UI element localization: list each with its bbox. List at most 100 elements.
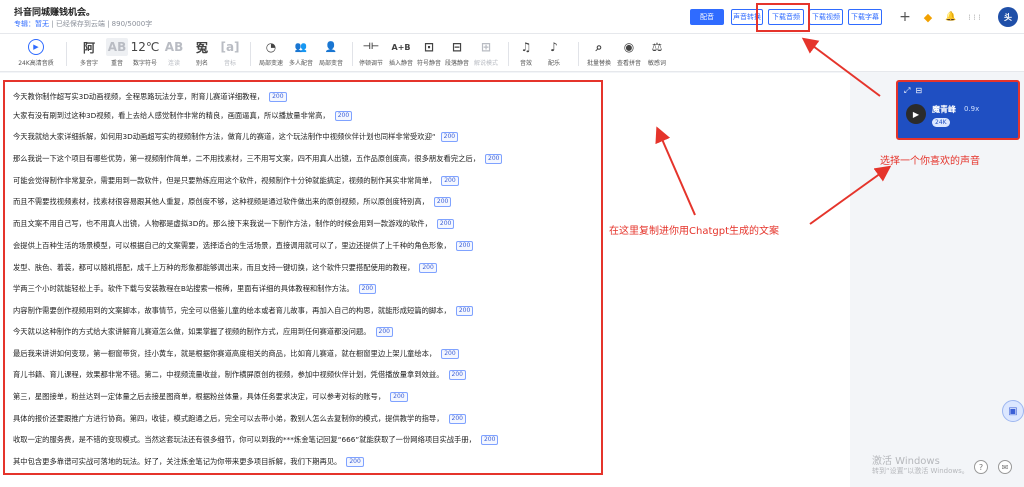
pause-badge[interactable]: 200 <box>358 284 377 294</box>
local-voice-change-tool[interactable]: 👤 局部变音 <box>316 38 346 70</box>
text-paragraph[interactable]: 而且不需要找视频素材，找素材很容易跟其他人重复，原创度不够，这种视频是通过软件做… <box>13 196 452 208</box>
download-subtitle-button[interactable]: 下载字幕 <box>848 9 882 25</box>
feedback-icon[interactable]: ✉ <box>998 460 1012 474</box>
paragraph-text: 最后我来讲讲如何变现，第一橱窗带货，挂小黄车，就是根据你赛道高度相关的商品，比如… <box>13 349 437 358</box>
download-audio-button[interactable]: 下载音频 <box>768 9 804 25</box>
text-paragraph[interactable]: 学两三个小时就能轻松上手。软件下载与安装教程在B站搜索一根稀，里面有详细的具体教… <box>13 283 377 295</box>
text-paragraph[interactable]: 大家有没有刷到过这种3D视频，看上去给人感觉制作非常的精良，画面逼真，所以播放量… <box>13 110 353 122</box>
paragraph-text: 会提供上百种生活的场景模型，可以根据自己的文案需要，选择适合的生活场景，直接调用… <box>13 241 451 250</box>
narration-mode-tool[interactable]: ⊞ 解说模式 <box>470 38 502 70</box>
hd-quality-tool[interactable]: ▶ 24K高清音质 <box>14 38 58 70</box>
user-avatar[interactable]: 头 <box>998 7 1018 27</box>
pause-badge[interactable]: 200 <box>480 435 499 445</box>
voice-avatar[interactable]: ▶ <box>906 104 926 124</box>
save-status: 已经保存到云端 <box>55 20 105 28</box>
pause-badge[interactable]: 200 <box>334 111 353 121</box>
symbol-silence-tool[interactable]: ⊡ 符号静音 <box>414 38 444 70</box>
insert-silence-tool[interactable]: A+B 插入静音 <box>386 38 416 70</box>
top-header: 抖音同城赚钱机会。 专辑：暂无 | 已经保存到云端 | 890/5000字 配音… <box>0 0 1024 34</box>
expand-icon[interactable]: ⤢ <box>904 86 910 96</box>
minimize-icon[interactable]: ⊟ <box>915 86 922 96</box>
pause-adjust-icon: ⊣⊢ <box>362 42 380 52</box>
dubbing-button[interactable]: 配音 <box>690 9 724 25</box>
album-label[interactable]: 专辑：暂无 <box>14 20 49 28</box>
polyphone-tool[interactable]: 阿 多音字 <box>74 38 104 70</box>
text-paragraph[interactable]: 今天我就给大家详细拆解，如何用3D动画超写实的视频制作方法，做育儿的赛道，这个玩… <box>13 131 459 143</box>
pause-badge[interactable]: 200 <box>448 370 466 380</box>
download-video-button[interactable]: 下载视频 <box>809 9 843 25</box>
chat-assistant-icon[interactable]: ▣ <box>1002 400 1024 422</box>
paragraph-text: 今天就以这种制作的方式给大家讲解育儿赛道怎么做，如果掌握了视频的制作方式，应用到… <box>13 327 371 336</box>
paragraph-text: 收取一定的服务费，是不错的变现模式。当然这套玩法还有很多细节，你可以到我的***… <box>13 435 476 444</box>
text-paragraph[interactable]: 而且文案不用自己写，也不用真人出镜，人物都是虚拟3D的。那么接下来我说一下制作方… <box>13 218 455 230</box>
bell-icon[interactable]: 🔔 <box>943 9 959 25</box>
paragraph-silence-tool[interactable]: ⊟ 段落静音 <box>442 38 472 70</box>
pause-badge[interactable]: 200 <box>441 176 459 186</box>
help-icon[interactable]: ? <box>974 460 988 474</box>
phonetic-tool[interactable]: [a] 音标 <box>218 38 242 70</box>
eye-icon: ◉ <box>623 40 635 54</box>
paragraph-text: 可能会觉得制作非常复杂，需要用到一款软件，但是只要熟练应用这个软件，视频制作十分… <box>13 176 437 185</box>
pause-badge[interactable]: 200 <box>269 92 287 102</box>
pause-badge[interactable]: 200 <box>455 306 474 316</box>
paragraph-text: 学两三个小时就能轻松上手。软件下载与安装教程在B站搜索一根稀，里面有详细的具体教… <box>13 284 354 293</box>
apps-grid-icon[interactable]: ⋮⋮⋮ <box>966 9 983 25</box>
view-pinyin-tool[interactable]: ◉ 查看拼音 <box>614 38 644 70</box>
text-paragraph[interactable]: 今天教你制作超写实3D动画视频，全程思路玩法分享，附育儿赛道详细教程， 200 <box>13 91 287 103</box>
text-paragraph[interactable]: 具体的报价还要跟推广方进行协商。第四，收徒，模式跑通之后，完全可以去带小弟，教别… <box>13 413 466 425</box>
narration-mode-icon: ⊞ <box>480 40 492 54</box>
vip-diamond-icon[interactable]: ◆ <box>920 9 936 25</box>
pause-badge[interactable]: 200 <box>433 197 452 207</box>
pause-badge[interactable]: 200 <box>436 219 455 229</box>
pause-badge[interactable]: 200 <box>448 414 466 424</box>
number-symbol-tool[interactable]: 12℃ 数字符号 <box>130 38 160 70</box>
toolbar-divider <box>66 42 67 66</box>
voice-selector-card[interactable]: ⤢ ⊟ ▶ 魔青峰 0.9x 24K <box>896 80 1020 140</box>
alias-tool[interactable]: 冤 别名 <box>190 38 214 70</box>
liaison-icon: AB <box>164 40 184 54</box>
text-paragraph[interactable]: 最后我来讲讲如何变现，第一橱窗带货，挂小黄车，就是根据你赛道高度相关的商品，比如… <box>13 348 459 360</box>
toolbar-divider <box>352 42 353 66</box>
local-speed-tool[interactable]: ◔ 局部变速 <box>256 38 286 70</box>
pause-badge[interactable]: 200 <box>455 241 474 251</box>
voice-transfer-button[interactable]: 声音转换 <box>731 9 763 25</box>
sound-effect-tool[interactable]: ♫ 音效 <box>514 38 538 70</box>
pause-badge[interactable]: 200 <box>485 154 503 164</box>
sensitive-word-tool[interactable]: ⚖ 敏感词 <box>644 38 670 70</box>
text-paragraph[interactable]: 第三，星图接单，粉丝达到一定体量之后去接星图商单，根据粉丝体量，具体任务要求决定… <box>13 391 408 403</box>
document-title[interactable]: 抖音同城赚钱机会。 <box>14 5 95 18</box>
alias-icon: 冤 <box>195 40 208 55</box>
person-icon: 👤 <box>324 41 338 53</box>
editing-toolbar: ▶ 24K高清音质 阿 多音字 AB 重音 12℃ 数字符号 AB 连读 冤 别… <box>0 34 1024 72</box>
paragraph-text: 其中包含更多靠谱可实战可落地的玩法。好了，关注炼金笔记为你带来更多项目拆解，我们… <box>13 457 342 466</box>
text-paragraph[interactable]: 可能会觉得制作非常复杂，需要用到一款软件，但是只要熟练应用这个软件，视频制作十分… <box>13 175 459 187</box>
paragraph-text: 今天我就给大家详细拆解，如何用3D动画超写实的视频制作方法，做育儿的赛道，这个玩… <box>13 132 436 141</box>
paragraph-text: 那么我说一下这个项目有哪些优势，第一视频制作简单，二不用找素材，三不用写文案，四… <box>13 154 480 163</box>
windows-watermark-sub: 转到“设置”以激活 Windows。 <box>872 467 969 475</box>
text-paragraph[interactable]: 那么我说一下这个项目有哪些优势，第一视频制作简单，二不用找素材，三不用写文案，四… <box>13 153 503 165</box>
music-note-icon: ♪ <box>550 40 558 54</box>
paragraph-text: 育儿书籍、育儿课程，效果都非常不错。第二，中视频流量收益，制作横屏原创的视频，参… <box>13 370 444 379</box>
multi-voice-tool[interactable]: 👥 多人配音 <box>286 38 316 70</box>
pause-badge[interactable]: 200 <box>390 392 408 402</box>
add-icon[interactable]: + <box>897 9 913 25</box>
text-paragraph[interactable]: 其中包含更多靠谱可实战可落地的玩法。好了，关注炼金笔记为你带来更多项目拆解，我们… <box>13 456 364 468</box>
text-paragraph[interactable]: 会提供上百种生活的场景模型，可以根据自己的文案需要，选择适合的生活场景，直接调用… <box>13 240 474 252</box>
stress-tool[interactable]: AB 重音 <box>104 38 130 70</box>
paragraph-text: 今天教你制作超写实3D动画视频，全程思路玩法分享，附育儿赛道详细教程， <box>13 92 265 101</box>
liaison-tool[interactable]: AB 连读 <box>162 38 186 70</box>
pause-badge[interactable]: 200 <box>441 349 459 359</box>
pause-badge[interactable]: 200 <box>346 457 364 467</box>
text-paragraph[interactable]: 内容制作需要创作视频用到的文案脚本，故事情节，完全可以借鉴儿童的绘本或者育儿故事… <box>13 305 474 317</box>
toolbar-divider <box>250 42 251 66</box>
text-paragraph[interactable]: 育儿书籍、育儿课程，效果都非常不错。第二，中视频流量收益，制作横屏原创的视频，参… <box>13 369 466 381</box>
pause-adjust-tool[interactable]: ⊣⊢ 停顿调节 <box>356 38 386 70</box>
background-music-tool[interactable]: ♪ 配乐 <box>542 38 566 70</box>
batch-replace-tool[interactable]: ⌕ 批量替换 <box>584 38 614 70</box>
pause-badge[interactable]: 200 <box>440 132 459 142</box>
text-paragraph[interactable]: 今天就以这种制作的方式给大家讲解育儿赛道怎么做，如果掌握了视频的制作方式，应用到… <box>13 326 393 338</box>
pause-badge[interactable]: 200 <box>375 327 393 337</box>
text-paragraph[interactable]: 收取一定的服务费，是不错的变现模式。当然这套玩法还有很多细节，你可以到我的***… <box>13 434 499 446</box>
text-paragraph[interactable]: 发型、肤色、着装，都可以随机搭配，成千上万种的形象都能够调出来，而且支持一键切换… <box>13 262 437 274</box>
pause-badge[interactable]: 200 <box>419 263 437 273</box>
